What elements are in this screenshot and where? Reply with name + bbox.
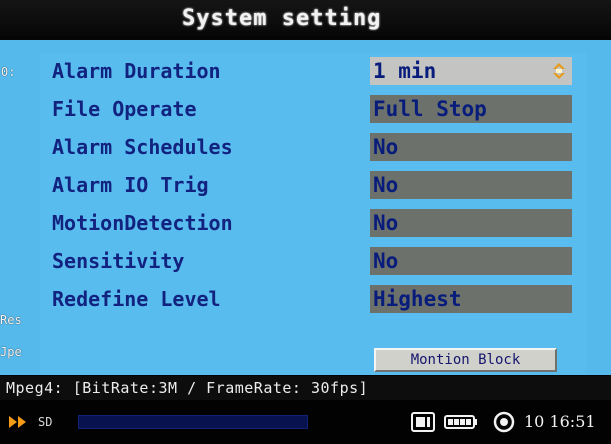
sensitivity-value[interactable]: No [370, 247, 572, 275]
alarm-schedules-label: Alarm Schedules [52, 135, 233, 159]
sensitivity-label: Sensitivity [52, 249, 185, 273]
alarm-duration-select[interactable]: 1 min [370, 57, 572, 85]
redefine-level-value[interactable]: Highest [370, 285, 572, 313]
background-label-jpeg: Jpe [0, 345, 22, 359]
setting-row-redefine-level[interactable]: Redefine Level Highest [52, 284, 577, 314]
alarm-duration-value: 1 min [373, 59, 437, 83]
setting-row-alarm-schedules[interactable]: Alarm Schedules No [52, 132, 577, 162]
play-indicator-icon [9, 416, 26, 428]
alarm-schedules-value[interactable]: No [370, 133, 572, 161]
storage-progress-bar [78, 415, 308, 429]
redefine-level-label: Redefine Level [52, 287, 221, 311]
setting-row-alarm-io-trig[interactable]: Alarm IO Trig No [52, 170, 577, 200]
motion-detection-label: MotionDetection [52, 211, 233, 235]
record-icon [493, 411, 515, 433]
file-operate-label: File Operate [52, 97, 197, 121]
clock-text: 10 16:51 [524, 412, 596, 431]
motion-detection-value[interactable]: No [370, 209, 572, 237]
encoding-info-text: Mpeg4: [BitRate:3M / FrameRate: 30fps] [6, 379, 369, 397]
background-label-resolution: Res [0, 313, 22, 327]
setting-row-sensitivity[interactable]: Sensitivity No [52, 246, 577, 276]
updown-arrows-icon[interactable] [552, 62, 566, 80]
encoding-info-bar: Mpeg4: [BitRate:3M / FrameRate: 30fps] [0, 376, 611, 400]
alarm-io-trig-label: Alarm IO Trig [52, 173, 209, 197]
setting-row-motion-detection[interactable]: MotionDetection No [52, 208, 577, 238]
motion-block-button[interactable]: Montion Block [374, 348, 557, 372]
battery-icon [444, 415, 477, 429]
sd-card-icon [411, 412, 435, 432]
setting-row-file-operate[interactable]: File Operate Full Stop [52, 94, 577, 124]
background-label-top: 0: [1, 65, 16, 79]
status-bar: SD 10 16:51 [0, 400, 611, 444]
alarm-duration-label: Alarm Duration [52, 59, 221, 83]
dvr-screen: System setting 0: Res Jpe Alarm Duration… [0, 0, 611, 444]
system-setting-dialog: Alarm Duration 1 min File Operate Full S… [40, 53, 586, 375]
alarm-io-trig-value[interactable]: No [370, 171, 572, 199]
storage-label: SD [38, 415, 53, 429]
title-bar: System setting [0, 0, 611, 36]
setting-row-alarm-duration[interactable]: Alarm Duration 1 min [52, 56, 577, 86]
file-operate-value[interactable]: Full Stop [370, 95, 572, 123]
page-title: System setting [182, 6, 382, 31]
